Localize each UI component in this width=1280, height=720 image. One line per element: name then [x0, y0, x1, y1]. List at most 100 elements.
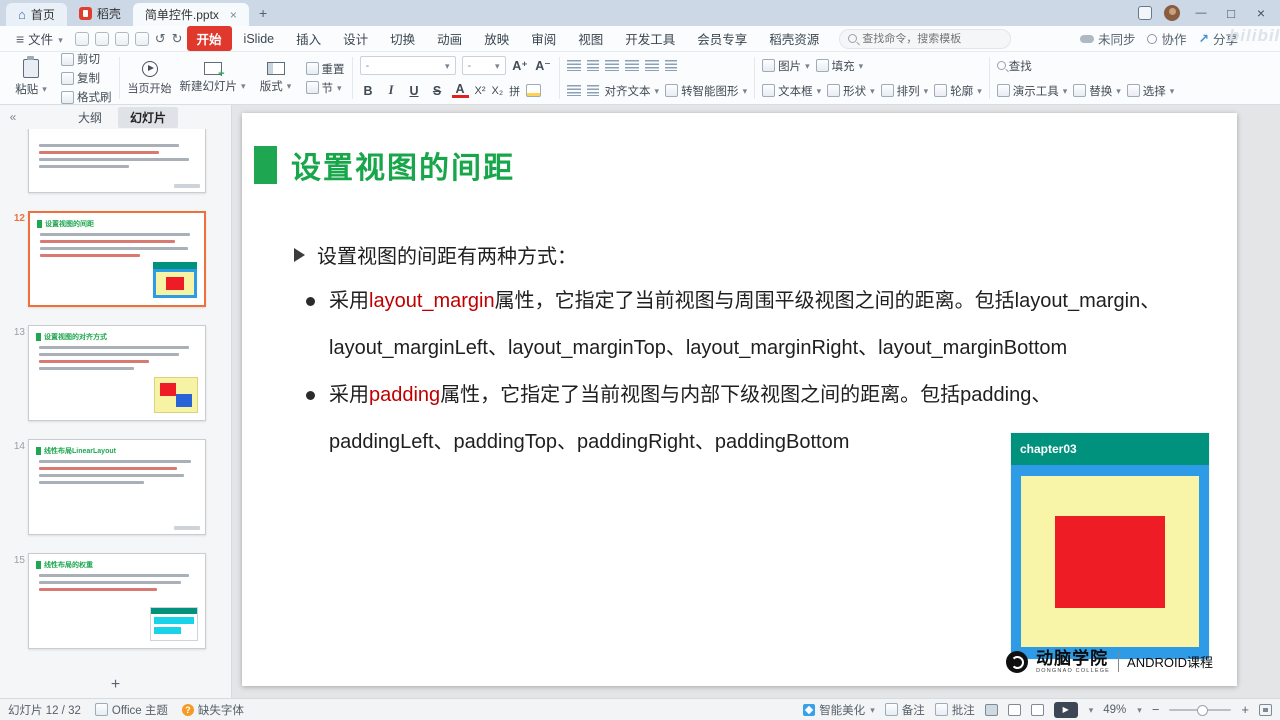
slide-thumb-partial[interactable]: [8, 129, 231, 193]
align-center-icon[interactable]: [586, 60, 599, 71]
decrease-font-button[interactable]: A⁻: [535, 58, 552, 73]
tab-developer[interactable]: 开发工具: [615, 26, 685, 51]
undo-icon[interactable]: [155, 31, 166, 47]
font-size-select[interactable]: -: [461, 56, 506, 75]
tab-member[interactable]: 会员专享: [687, 26, 757, 51]
distribute-icon[interactable]: [644, 60, 659, 71]
add-slide-button[interactable]: [0, 672, 231, 698]
close-document-icon[interactable]: [230, 8, 237, 22]
zoom-slider[interactable]: [1169, 704, 1232, 716]
cut-button[interactable]: 剪切: [61, 51, 112, 67]
font-color-button[interactable]: A: [451, 82, 469, 98]
tab-slides[interactable]: 幻灯片: [118, 106, 179, 128]
numbered-list-icon[interactable]: [586, 85, 599, 96]
format-painter-button[interactable]: 格式刷: [61, 89, 112, 105]
tab-home[interactable]: 首页: [6, 3, 67, 26]
fill-button[interactable]: 填充: [815, 58, 864, 74]
subscript-button[interactable]: X₂: [492, 85, 504, 97]
current-slide[interactable]: 设置视图的间距 设置视图的间距有两种方式： 采用layout_margin属性，…: [242, 113, 1237, 686]
print-preview-icon[interactable]: [134, 31, 149, 46]
thumbnail[interactable]: 设置视图的对齐方式: [28, 325, 206, 421]
find-button[interactable]: 查找: [996, 58, 1032, 74]
maximize-icon[interactable]: [1222, 6, 1240, 21]
slide-thumb-12[interactable]: 12 设置视图的间距: [8, 211, 231, 307]
tab-docer-resources[interactable]: 稻壳资源: [759, 26, 829, 51]
section-button[interactable]: 节: [305, 80, 345, 96]
tab-insert[interactable]: 插入: [286, 26, 331, 51]
tab-document[interactable]: 简单控件.pptx: [132, 3, 249, 26]
bold-button[interactable]: B: [360, 84, 377, 98]
slide-thumb-14[interactable]: 14 线性布局LinearLayout: [8, 439, 231, 535]
thumbnail[interactable]: 线性布局LinearLayout: [28, 439, 206, 535]
notes-button[interactable]: 备注: [884, 702, 925, 718]
zoom-level[interactable]: 49%: [1103, 704, 1126, 716]
layout-button[interactable]: 版式: [253, 54, 299, 102]
slide-title-block[interactable]: 设置视图的间距: [254, 143, 515, 187]
tab-islide[interactable]: iSlide: [234, 29, 285, 49]
layout-example-figure[interactable]: chapter03: [1011, 433, 1209, 659]
bullet-list-icon[interactable]: [566, 85, 581, 96]
chevron-down-icon[interactable]: [1088, 704, 1094, 716]
present-tools-button[interactable]: 演示工具: [996, 83, 1068, 99]
thumbnail-list[interactable]: 12 设置视图的间距 13 设置视图的对齐方式 14 线性布局LinearLay…: [0, 129, 231, 672]
collapse-panel-icon[interactable]: [0, 110, 26, 124]
paste-button[interactable]: 粘贴: [8, 54, 54, 102]
thumbnail[interactable]: [28, 129, 206, 193]
slideshow-play-button[interactable]: [1053, 701, 1078, 718]
fit-window-icon[interactable]: [1259, 703, 1272, 716]
to-smartart-button[interactable]: 转智能图形: [665, 83, 747, 99]
missing-font-button[interactable]: 缺失字体: [181, 702, 244, 718]
file-menu[interactable]: 文件: [8, 27, 71, 50]
tab-slideshow[interactable]: 放映: [474, 26, 519, 51]
theme-button[interactable]: Office 主题: [94, 702, 168, 718]
zoom-out-icon[interactable]: [1152, 702, 1160, 717]
search-input[interactable]: [862, 32, 993, 45]
tab-animation[interactable]: 动画: [427, 26, 472, 51]
italic-button[interactable]: I: [383, 83, 400, 98]
chevron-down-icon[interactable]: [1136, 704, 1142, 716]
textbox-button[interactable]: 文本框: [762, 83, 821, 99]
align-right-icon[interactable]: [604, 60, 619, 71]
replace-button[interactable]: 替换: [1073, 83, 1121, 99]
arrange-button[interactable]: 排列: [880, 83, 929, 99]
justify-icon[interactable]: [624, 60, 639, 71]
start-from-page-button[interactable]: 当页开始: [127, 54, 173, 102]
reset-button[interactable]: 重置: [305, 61, 345, 77]
select-button[interactable]: 选择: [1126, 83, 1175, 99]
outline-button[interactable]: 轮廓: [934, 83, 982, 99]
align-left-icon[interactable]: [566, 60, 581, 71]
apps-icon[interactable]: [1138, 6, 1152, 20]
tab-docer[interactable]: 稻壳: [67, 0, 133, 26]
tab-outline[interactable]: 大纲: [66, 107, 114, 128]
font-name-select[interactable]: -: [359, 56, 456, 75]
tab-design[interactable]: 设计: [333, 26, 378, 51]
command-search[interactable]: [839, 28, 1012, 49]
slide-thumb-15[interactable]: 15 线性布局的权重: [8, 553, 231, 649]
slide-thumb-13[interactable]: 13 设置视图的对齐方式: [8, 325, 231, 421]
highlight-pen-icon[interactable]: [526, 84, 542, 97]
user-avatar[interactable]: [1164, 5, 1180, 21]
beautify-button[interactable]: 智能美化: [803, 702, 875, 718]
zoom-in-icon[interactable]: [1241, 702, 1249, 717]
save-icon[interactable]: [74, 31, 89, 46]
thumbnail-selected[interactable]: 设置视图的间距: [28, 211, 206, 307]
thumbnail[interactable]: 线性布局的权重: [28, 553, 206, 649]
reading-view-icon[interactable]: [1030, 703, 1044, 716]
picture-button[interactable]: 图片: [762, 58, 810, 74]
slide-body[interactable]: 设置视图的间距有两种方式： 采用layout_margin属性，它指定了当前视图…: [294, 231, 1194, 466]
tab-view[interactable]: 视图: [568, 26, 613, 51]
pinyin-button[interactable]: 拼: [509, 83, 520, 99]
close-icon[interactable]: [1252, 5, 1270, 21]
tab-transitions[interactable]: 切换: [380, 26, 425, 51]
strikethrough-button[interactable]: S: [429, 84, 446, 98]
shapes-button[interactable]: 形状: [827, 83, 875, 99]
export-icon[interactable]: [94, 31, 109, 46]
increase-font-button[interactable]: A⁺: [512, 58, 529, 73]
tab-start[interactable]: 开始: [186, 26, 232, 51]
print-icon[interactable]: [114, 31, 129, 46]
align-text-button[interactable]: 对齐文本: [605, 83, 660, 99]
new-tab-button[interactable]: [249, 0, 277, 26]
copy-button[interactable]: 复制: [61, 70, 112, 86]
tab-review[interactable]: 审阅: [521, 26, 566, 51]
collab-button[interactable]: 协作: [1147, 29, 1187, 48]
